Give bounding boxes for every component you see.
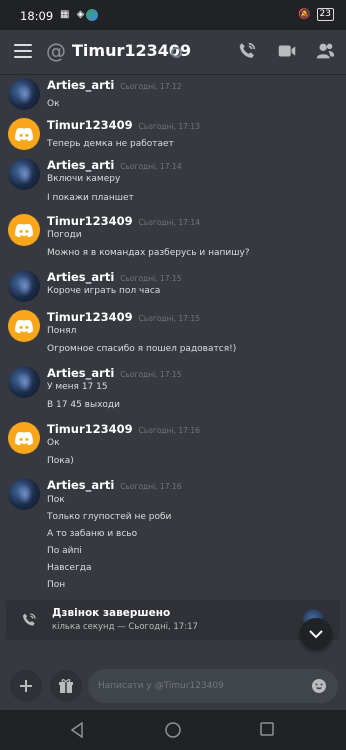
call-title: Дзвінок завершено — [52, 607, 171, 619]
message-text: Пон — [47, 580, 66, 590]
message-text: А то забаню и всьо — [47, 529, 138, 539]
message-timestamp: Сьогодні, 17:15 — [120, 370, 182, 379]
message-text: Пока) — [47, 456, 74, 466]
call-ended-card[interactable]: Дзвінок завершено кілька секунд — Сьогод… — [6, 600, 340, 640]
video-camera-icon[interactable] — [276, 40, 298, 62]
status-bar: 18:09 ▦ ◈ 🔕 23 — [0, 0, 346, 30]
message-composer — [0, 660, 346, 710]
avatar[interactable] — [8, 422, 40, 454]
status-right-icons: 🔕 23 — [298, 8, 334, 21]
message-text: По айпі — [47, 546, 82, 556]
message-text: В 17 45 выходи — [47, 400, 120, 410]
status-notification-icons: ▦ ◈ — [60, 9, 87, 20]
message-text: Только глупостей не роби — [47, 512, 172, 522]
channel-header: @ Timur123409 — [0, 30, 346, 75]
avatar[interactable] — [8, 310, 40, 342]
message-timestamp: Сьогодні, 17:12 — [120, 82, 182, 91]
message-text: Ок — [47, 438, 60, 448]
avatar[interactable] — [8, 478, 40, 510]
back-icon[interactable] — [70, 722, 84, 738]
message-author[interactable]: Timur123409 Сьогодні, 17:15 — [47, 310, 200, 324]
discord-logo-icon — [15, 431, 33, 445]
message-text: Теперь демка не работает — [47, 139, 174, 149]
message-text: Навсегда — [47, 563, 92, 573]
at-icon: @ — [46, 39, 66, 63]
avatar[interactable] — [8, 118, 40, 150]
system-nav-bar — [0, 710, 346, 750]
message-text: Ок — [47, 99, 60, 109]
avatar[interactable] — [8, 366, 40, 398]
battery-indicator: 23 — [316, 8, 334, 21]
gift-icon — [59, 679, 73, 693]
emoji-icon[interactable] — [311, 678, 327, 694]
message-author[interactable]: Arties_arti Сьогодні, 17:14 — [47, 158, 182, 172]
message-timestamp: Сьогодні, 17:15 — [138, 314, 200, 323]
status-time: 18:09 — [20, 9, 54, 23]
avatar[interactable] — [8, 78, 40, 110]
gift-button[interactable] — [50, 670, 82, 702]
message-author[interactable]: Arties_arti Сьогодні, 17:15 — [47, 366, 182, 380]
message-text: Включи камеру — [47, 174, 121, 184]
message-author[interactable]: Arties_arti Сьогодні, 17:12 — [47, 78, 182, 92]
phone-call-icon — [23, 613, 36, 626]
play-store-icon — [86, 9, 98, 21]
discord-logo-icon — [15, 319, 33, 333]
message-text: Погоди — [47, 230, 82, 240]
message-text: Можно я в командах разберусь и напишу? — [47, 248, 250, 258]
message-author[interactable]: Arties_arti Сьогодні, 17:16 — [47, 478, 182, 492]
members-icon[interactable] — [314, 40, 336, 62]
hamburger-icon[interactable] — [14, 44, 32, 58]
message-text: Короче играть пол часа — [47, 286, 161, 296]
message-text: Огромное спасибо я пошел радоватся!) — [47, 344, 237, 354]
avatar[interactable] — [8, 158, 40, 190]
message-timestamp: Сьогодні, 17:14 — [138, 218, 200, 227]
phone-call-icon[interactable] — [236, 40, 258, 62]
add-attachment-button[interactable] — [10, 670, 42, 702]
message-timestamp: Сьогодні, 17:16 — [120, 482, 182, 491]
call-subtitle: кілька секунд — Сьогодні, 17:17 — [52, 622, 198, 632]
message-author[interactable]: Timur123409 Сьогодні, 17:13 — [47, 118, 200, 132]
message-text: Пок — [47, 495, 65, 505]
plus-icon — [20, 680, 32, 692]
message-timestamp: Сьогодні, 17:15 — [120, 274, 182, 283]
home-icon[interactable] — [165, 722, 181, 738]
scroll-to-bottom-button[interactable] — [300, 618, 332, 650]
message-timestamp: Сьогодні, 17:14 — [120, 162, 182, 171]
message-list: Arties_arti Сьогодні, 17:12 Ок Timur12340… — [0, 74, 346, 594]
message-timestamp: Сьогодні, 17:16 — [138, 426, 200, 435]
message-author[interactable]: Timur123409 Сьогодні, 17:16 — [47, 422, 200, 436]
message-text: І покажи планшет — [47, 193, 134, 203]
mute-icon: 🔕 — [298, 9, 311, 20]
avatar[interactable] — [8, 270, 40, 302]
message-text: У меня 17 15 — [47, 382, 108, 392]
discord-logo-icon — [15, 127, 33, 141]
message-author[interactable]: Timur123409 Сьогодні, 17:14 — [47, 214, 200, 228]
message-input[interactable] — [88, 669, 338, 703]
discord-logo-icon — [15, 223, 33, 237]
chevron-down-icon — [309, 630, 323, 639]
avatar[interactable] — [8, 214, 40, 246]
message-timestamp: Сьогодні, 17:13 — [138, 122, 200, 131]
offline-status-icon — [171, 47, 182, 58]
message-text: Понял — [47, 326, 77, 336]
message-author[interactable]: Arties_arti Сьогодні, 17:15 — [47, 270, 182, 284]
recents-icon[interactable] — [260, 722, 274, 736]
